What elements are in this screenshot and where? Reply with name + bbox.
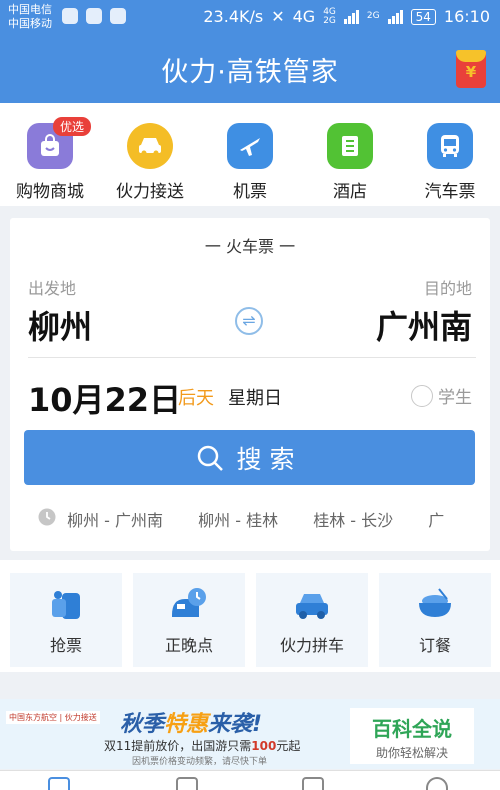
feature-label: 抢票 [49, 636, 82, 655]
history-item[interactable]: 桂林 - 长沙 [313, 507, 393, 531]
grab-ticket-icon [46, 585, 86, 625]
departure-label: 出发地 [28, 279, 77, 298]
nav-home-icon[interactable] [48, 777, 70, 790]
shopping-bag-icon: 优选 [27, 117, 92, 169]
signal-icon-2 [387, 9, 403, 24]
search-label: 搜索 [236, 444, 303, 474]
card-title: 一 火车票 一 [204, 237, 296, 256]
service-shopping-mall[interactable]: 优选 购物商城 [0, 117, 100, 202]
watermark-title: 百科全说 [372, 717, 452, 741]
clock-icon [38, 508, 56, 530]
bus-icon [427, 123, 473, 169]
service-label: 伙力接送 [116, 182, 184, 202]
destination-city[interactable]: 广州南 [376, 302, 472, 348]
feature-carpool[interactable]: 伙力拼车 [256, 573, 368, 667]
student-toggle[interactable]: 学生 [411, 383, 472, 408]
watermark-subtitle: 助你轻松解决 [375, 746, 448, 760]
meal-bowl-icon [415, 585, 455, 625]
carrier-1: 中国电信 [8, 3, 52, 16]
service-label: 酒店 [333, 182, 367, 202]
promo-badge: 优选 [53, 117, 92, 136]
feature-grab-ticket[interactable]: 抢票 [10, 573, 122, 667]
service-flights[interactable]: 机票 [200, 123, 300, 202]
signal-icon [343, 9, 359, 24]
service-label: 机票 [233, 182, 267, 202]
travel-date[interactable]: 10月22日 [28, 375, 181, 421]
app-title: 伙力·高铁管家 [161, 57, 339, 88]
service-label: 汽车票 [424, 182, 476, 202]
service-bus[interactable]: 汽车票 [400, 123, 500, 202]
nav-profile-icon[interactable] [426, 777, 448, 790]
partner-logos: 中国东方航空 | 伙力接送 [6, 711, 100, 724]
feature-meal-order[interactable]: 订餐 [379, 573, 491, 667]
app-notification-icon [86, 8, 102, 24]
divider [28, 357, 476, 358]
mute-icon: ✕ [271, 7, 285, 26]
image-notification-icon [110, 8, 126, 24]
yen-symbol: ¥ [465, 63, 477, 81]
banner-subtitle: 双11提前放价，出国游只需100元起 [104, 739, 301, 753]
train-ticket-card: 一 火车票 一 出发地 目的地 柳州 ⇌ 广州南 10月22日 后天 星期日 学… [10, 218, 490, 551]
departure-city[interactable]: 柳州 [28, 302, 92, 348]
network-small: 4G 2G [323, 6, 336, 26]
nav-orders-icon[interactable] [302, 777, 324, 790]
carrier-2: 中国移动 [8, 17, 52, 30]
relative-day: 后天 [178, 388, 214, 409]
network-type: 4G [292, 7, 316, 26]
student-label: 学生 [438, 388, 472, 408]
carpool-icon [292, 585, 332, 625]
service-hotel[interactable]: 酒店 [300, 123, 400, 202]
banner-headline: 秋季特惠来袭! [120, 712, 263, 737]
status-right: 23.4K/s ✕ 4G 4G 2G 2G 54 16:10 [203, 7, 490, 26]
student-radio-icon[interactable] [411, 384, 433, 407]
watermark-logo: 百科全说 助你轻松解决 [350, 708, 474, 764]
car-icon [127, 123, 173, 169]
train-clock-icon [169, 585, 209, 625]
nav-calendar-icon[interactable] [176, 777, 198, 790]
status-bar: 中国电信 中国移动 23.4K/s ✕ 4G 4G 2G 2G 54 16:10 [0, 0, 500, 36]
battery-icon: 54 [410, 8, 436, 25]
history-item[interactable]: 柳州 - 广州南 [67, 507, 163, 531]
red-envelope-icon[interactable]: ¥ [456, 50, 486, 88]
history-item[interactable]: 广 [428, 507, 444, 531]
plane-icon [227, 123, 273, 169]
qq-notification-icon [62, 8, 78, 24]
banner-note: 因机票价格变动频繁，请尽快下单 [132, 757, 268, 767]
weekday: 星期日 [228, 388, 282, 409]
bottom-nav [0, 770, 500, 790]
service-row: 优选 购物商城 伙力接送 机票 酒店 汽车票 [0, 103, 500, 206]
feature-label: 订餐 [418, 636, 451, 655]
carrier-info: 中国电信 中国移动 [8, 3, 52, 31]
feature-label: 正晚点 [164, 636, 213, 655]
destination-label: 目的地 [423, 279, 472, 298]
network-small-2: 2G [366, 11, 380, 21]
search-button[interactable]: 搜索 [24, 430, 475, 485]
hotel-icon [327, 123, 373, 169]
search-history: 柳州 - 广州南 柳州 - 桂林 桂林 - 长沙 广 [38, 507, 490, 531]
swap-stations-icon[interactable]: ⇌ [235, 307, 263, 335]
service-label: 购物商城 [16, 182, 84, 202]
service-pickup[interactable]: 伙力接送 [100, 123, 200, 202]
history-item[interactable]: 柳州 - 桂林 [198, 507, 278, 531]
feature-label: 伙力拼车 [279, 636, 344, 655]
envelope-flap [456, 50, 486, 62]
network-speed: 23.4K/s [203, 7, 264, 26]
top-bar: 中国电信 中国移动 23.4K/s ✕ 4G 4G 2G 2G 54 16:10… [0, 0, 500, 103]
clock: 16:10 [443, 7, 490, 26]
search-icon [198, 445, 224, 471]
feature-delay-status[interactable]: 正晚点 [133, 573, 245, 667]
feature-row: 抢票 正晚点 伙力拼车 订餐 [0, 560, 500, 672]
